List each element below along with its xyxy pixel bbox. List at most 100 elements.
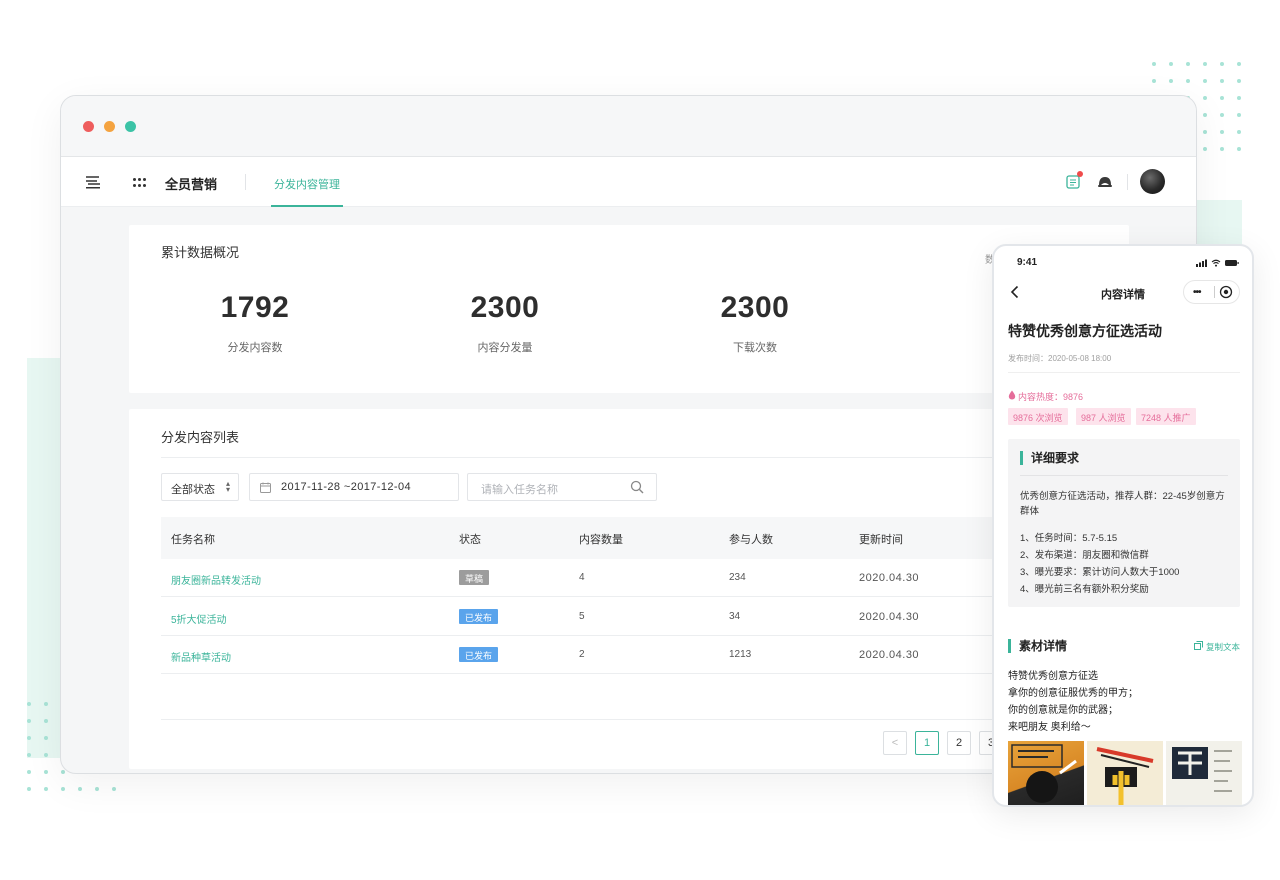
- capsule-divider: [1214, 286, 1215, 298]
- participants-cell: 234: [729, 572, 746, 583]
- pagination-page-1[interactable]: 1: [915, 731, 939, 755]
- close-miniprogram-icon[interactable]: [1219, 285, 1233, 299]
- helmet-icon[interactable]: [1097, 175, 1113, 189]
- column-header-task-name: 任务名称: [171, 534, 215, 546]
- table-header: 任务名称 状态 内容数量 参与人数 更新时间: [161, 517, 1101, 559]
- date-range-picker[interactable]: 2017-11-28 ~2017-12-04: [249, 473, 459, 501]
- column-header-content-count: 内容数量: [579, 534, 623, 546]
- phone-divider: [1008, 372, 1240, 373]
- copy-text-button[interactable]: 复制文本: [1194, 641, 1240, 653]
- stat-tag: 7248 人推广: [1136, 408, 1196, 425]
- requirement-item: 2、发布渠道：朋友圈和微信群: [1020, 550, 1149, 561]
- publish-time: 发布时间：2020-05-08 18:00: [1008, 354, 1112, 363]
- status-badge: 草稿: [459, 570, 490, 585]
- status-select[interactable]: 全部状态 ▴ ▾: [161, 473, 239, 501]
- more-icon[interactable]: •••: [1193, 287, 1201, 298]
- material-image-thumbnail[interactable]: [1166, 741, 1242, 805]
- brand-logo-icon[interactable]: [83, 172, 103, 192]
- notification-dot: [1077, 171, 1083, 177]
- phone-status-time: 9:41: [1017, 257, 1038, 268]
- stat-label: 分发内容数: [227, 342, 283, 354]
- requirement-item: 3、曝光要求：累计访问人数大于1000: [1020, 567, 1180, 578]
- search-placeholder: 请输入任务名称: [481, 484, 558, 496]
- miniprogram-capsule: •••: [1183, 280, 1240, 304]
- status-badge: 已发布: [459, 609, 499, 624]
- stats-overview-card: 累计数据概况 数 1792 分发内容数 2300 内容分发量 2300 下载次数…: [129, 225, 1129, 393]
- task-name-link[interactable]: 朋友圈新品转发活动: [171, 572, 261, 587]
- stat-item: 2300 内容分发量: [405, 291, 605, 355]
- requirements-intro: 优秀创意方征选活动，推荐人群：22-45岁创意方群体: [1020, 491, 1225, 517]
- window-close-button[interactable]: [83, 121, 94, 132]
- pagination-prev-button[interactable]: <: [883, 731, 907, 755]
- requirements-title: 详细要求: [1020, 451, 1079, 465]
- content-count-cell: 2: [579, 649, 585, 660]
- stat-value: 2300: [720, 291, 790, 324]
- material-text-line: 拿你的创意征服优秀的甲方；: [1008, 688, 1138, 699]
- table-row: 5折大促活动 已发布 5 34 2020.04.30: [161, 598, 1101, 636]
- content-heat-text: 内容热度：9876: [1018, 392, 1084, 402]
- header-divider: [245, 174, 246, 190]
- participants-cell: 34: [729, 611, 741, 622]
- calendar-icon: [260, 482, 271, 493]
- task-name-link[interactable]: 新品种草活动: [171, 649, 231, 664]
- header-divider-right: [1127, 174, 1128, 190]
- copy-text-label: 复制文本: [1206, 642, 1241, 652]
- app-title: 全员营销: [165, 177, 218, 192]
- phone-mockup: 9:41 内容详情 ••• 特赞优秀创意方征选活动 发布时间：2020-05-0…: [992, 244, 1254, 807]
- stat-value: 2300: [470, 291, 540, 324]
- content-heat: 内容热度：9876: [1008, 390, 1083, 403]
- column-header-participants: 参与人数: [729, 534, 773, 546]
- requirement-item: 1、任务时间：5.7-5.15: [1020, 533, 1118, 544]
- window-maximize-button[interactable]: [125, 121, 136, 132]
- flame-icon: [1008, 390, 1016, 400]
- update-time-cell: 2020.04.30: [859, 572, 920, 584]
- task-search-input[interactable]: 请输入任务名称: [467, 473, 657, 501]
- pagination-page-2[interactable]: 2: [947, 731, 971, 755]
- requirements-divider: [1020, 475, 1228, 476]
- table-row: 新品种草活动 已发布 2 1213 2020.04.30: [161, 636, 1101, 674]
- material-text-line: 你的创意就是你的武器；: [1008, 705, 1118, 716]
- stat-label: 内容分发量: [477, 342, 533, 354]
- copy-icon: [1194, 641, 1203, 650]
- status-select-value: 全部状态: [171, 484, 215, 496]
- material-image-thumbnail[interactable]: [1008, 741, 1084, 805]
- window-minimize-button[interactable]: [104, 121, 115, 132]
- stat-tag: 9876 次浏览: [1008, 408, 1068, 425]
- material-text-line: 特赞优秀创意方征选: [1008, 671, 1098, 682]
- update-time-cell: 2020.04.30: [859, 649, 920, 661]
- column-header-status: 状态: [459, 534, 481, 546]
- date-range-value: 2017-11-28 ~2017-12-04: [281, 481, 411, 493]
- phone-status-icons: [1196, 259, 1239, 267]
- stat-label: 下载次数: [733, 342, 777, 354]
- column-header-update-time: 更新时间: [859, 534, 903, 546]
- app-header: 全员营销 分发内容管理: [61, 157, 1196, 207]
- stat-value: 1792: [220, 291, 290, 324]
- select-caret-icon: ▴ ▾: [225, 479, 230, 494]
- status-badge: 已发布: [459, 647, 499, 662]
- stat-item: 1792 分发内容数: [155, 291, 355, 355]
- material-title: 素材详情: [1008, 639, 1067, 653]
- update-time-cell: 2020.04.30: [859, 611, 920, 623]
- table-footer-divider: [161, 719, 1101, 720]
- requirements-panel: 详细要求 优秀创意方征选活动，推荐人群：22-45岁创意方群体 1、任务时间：5…: [1008, 439, 1240, 607]
- decorative-mint-block-right: [1196, 200, 1242, 248]
- search-icon[interactable]: [630, 480, 644, 494]
- list-title: 分发内容列表: [161, 430, 240, 445]
- stat-item: 2300 下载次数: [655, 291, 855, 355]
- table-row: 朋友圈新品转发活动 草稿 4 234 2020.04.30: [161, 559, 1101, 597]
- material-image-thumbnail[interactable]: [1087, 741, 1163, 805]
- participants-cell: 1213: [729, 649, 752, 660]
- content-list-card: 分发内容列表 全部状态 ▴ ▾ 2017-11-28 ~2017-12-04 请输…: [129, 409, 1129, 769]
- content-count-cell: 5: [579, 611, 585, 622]
- task-name-link[interactable]: 5折大促活动: [171, 611, 227, 626]
- window-titlebar: [61, 96, 1196, 157]
- user-avatar[interactable]: [1140, 169, 1165, 194]
- stat-tag: 987 人浏览: [1076, 408, 1131, 425]
- content-heading: 特赞优秀创意方征选活动: [1008, 323, 1162, 339]
- material-text-line: 来吧朋友 奥利给～: [1008, 722, 1091, 733]
- list-divider: [161, 457, 1101, 458]
- tab-content-distribution[interactable]: 分发内容管理: [271, 157, 343, 207]
- requirement-item: 4、曝光前三名有额外积分奖励: [1020, 584, 1149, 595]
- app-grid-menu-icon[interactable]: [133, 178, 147, 188]
- content-count-cell: 4: [579, 572, 585, 583]
